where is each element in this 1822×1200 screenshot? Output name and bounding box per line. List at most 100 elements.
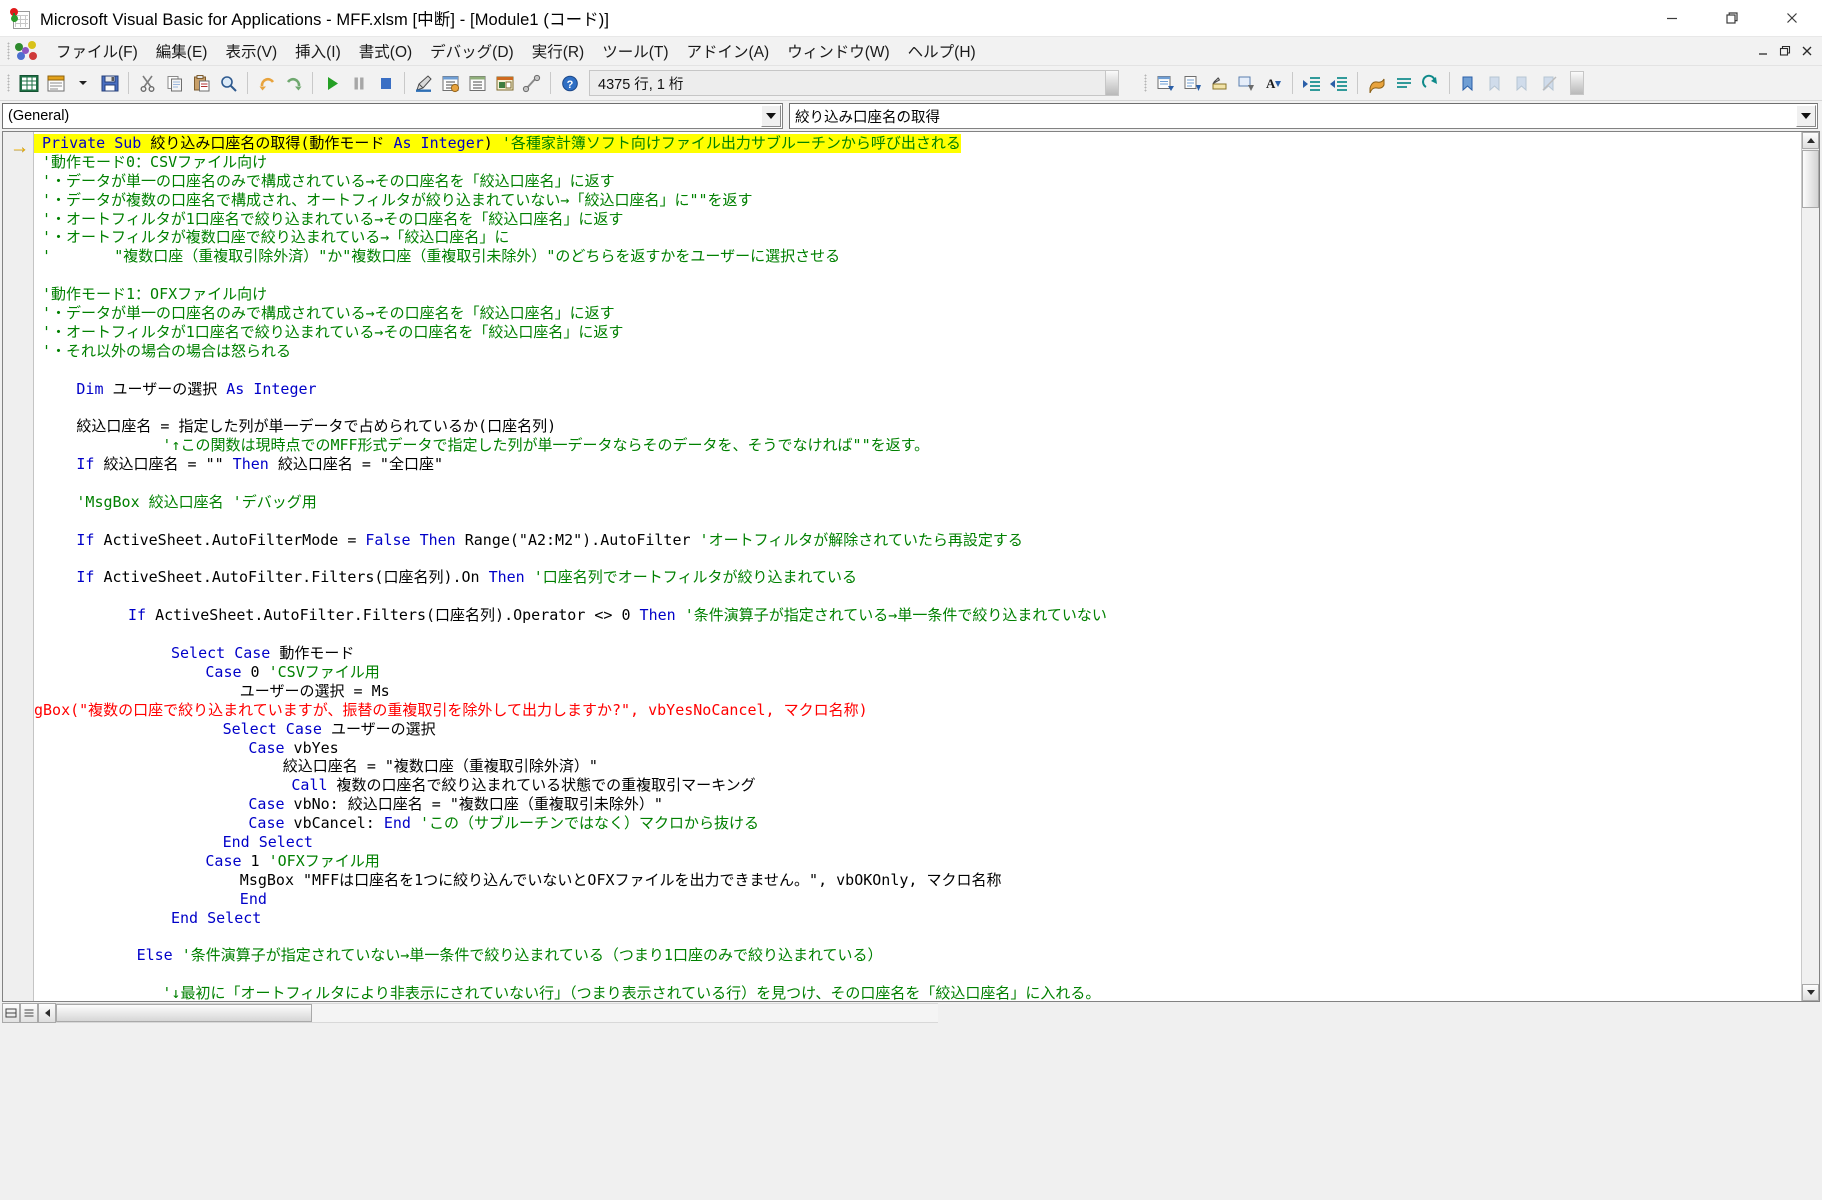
code-line[interactable] — [34, 361, 1801, 380]
reset-icon[interactable] — [372, 70, 399, 96]
minimize-button[interactable] — [1642, 0, 1702, 36]
list-properties-icon[interactable] — [1152, 70, 1179, 96]
indent-icon[interactable] — [1298, 70, 1325, 96]
code-line[interactable]: Private Sub 絞り込み口座名の取得(動作モード As Integer)… — [34, 134, 961, 153]
code-line[interactable]: '動作モード0：CSVファイル向け — [34, 153, 1801, 172]
save-icon[interactable] — [96, 70, 123, 96]
code-line[interactable]: Else '条件演算子が指定されていない→単一条件で絞り込まれている（つまり1口… — [34, 946, 1801, 965]
scroll-up-button[interactable] — [1802, 132, 1819, 149]
menu-tools[interactable]: ツール(T) — [593, 37, 677, 65]
restore-button[interactable] — [1702, 0, 1762, 36]
menu-edit[interactable]: 編集(E) — [147, 37, 217, 65]
view-excel-icon[interactable] — [15, 70, 42, 96]
procedure-dropdown[interactable]: 絞り込み口座名の取得 — [789, 103, 1818, 129]
code-margin-indicator-bar[interactable]: → — [3, 132, 34, 1001]
edit-toolbar-overflow[interactable] — [1563, 70, 1590, 96]
code-line[interactable]: ユーザーの選択 = Ms — [34, 682, 1801, 701]
design-mode-icon[interactable] — [410, 70, 437, 96]
code-line[interactable]: 絞込口座名 = "複数口座（重複取引除外済）" — [34, 757, 1801, 776]
code-line[interactable]: Select Case 動作モード — [34, 644, 1801, 663]
next-bookmark-icon[interactable] — [1482, 70, 1509, 96]
code-line[interactable]: MsgBox "MFFは口座名を1つに絞り込んでいないとOFXファイルを出力でき… — [34, 871, 1801, 890]
code-line[interactable]: '・オートフィルタが複数口座で絞り込まれている→「絞込口座名」に — [34, 228, 1801, 247]
code-line[interactable] — [34, 550, 1801, 569]
cut-icon[interactable] — [134, 70, 161, 96]
code-line[interactable]: '・データが複数の口座名で構成され、オートフィルタが絞り込まれていない→「絞込口… — [34, 191, 1801, 210]
copy-icon[interactable] — [161, 70, 188, 96]
code-line[interactable]: End — [34, 890, 1801, 909]
code-line[interactable]: Case vbCancel: End 'この（サブルーチンではなく）マクロから抜… — [34, 814, 1801, 833]
menu-debug[interactable]: デバッグ(D) — [421, 37, 523, 65]
code-line[interactable]: '・オートフィルタが1口座名で絞り込まれている→その口座名を「絞込口座名」に返す — [34, 210, 1801, 229]
code-line[interactable]: If ActiveSheet.AutoFilter.Filters(口座名列).… — [34, 568, 1801, 587]
code-line[interactable]: '・オートフィルタが1口座名で絞り込まれている→その口座名を「絞込口座名」に返す — [34, 323, 1801, 342]
code-line[interactable]: End Select — [34, 833, 1801, 852]
code-line[interactable]: '・データが単一の口座名のみで構成されている→その口座名を「絞込口座名」に返す — [34, 172, 1801, 191]
code-line[interactable]: '↓最初に「オートフィルタにより非表示にされていない行」（つまり表示されている行… — [34, 984, 1801, 1001]
code-line[interactable]: Case 1 'OFXファイル用 — [34, 852, 1801, 871]
toolbar-overflow-handle[interactable] — [1105, 70, 1119, 96]
code-line[interactable] — [34, 625, 1801, 644]
code-line[interactable]: '・データが単一の口座名のみで構成されている→その口座名を「絞込口座名」に返す — [34, 304, 1801, 323]
outdent-icon[interactable] — [1325, 70, 1352, 96]
code-vertical-scrollbar[interactable] — [1801, 132, 1819, 1001]
code-line[interactable]: Case vbNo: 絞込口座名 = "複数口座（重複取引未除外）" — [34, 795, 1801, 814]
properties-window-icon[interactable] — [464, 70, 491, 96]
object-dropdown-arrow[interactable] — [761, 105, 781, 127]
mdi-restore-button[interactable] — [1774, 40, 1796, 62]
code-line[interactable]: Dim ユーザーの選択 As Integer — [34, 380, 1801, 399]
object-browser-icon[interactable] — [491, 70, 518, 96]
code-text-area[interactable]: Private Sub 絞り込み口座名の取得(動作モード As Integer)… — [34, 132, 1801, 1001]
code-line[interactable]: gBox("複数の口座で絞り込まれていますが、振替の重複取引を除外して出力します… — [34, 701, 1801, 720]
menu-addins[interactable]: アドイン(A) — [678, 37, 779, 65]
parameter-info-icon[interactable] — [1233, 70, 1260, 96]
clear-bookmarks-icon[interactable] — [1536, 70, 1563, 96]
procedure-view-button[interactable] — [2, 1003, 20, 1023]
code-line[interactable]: If ActiveSheet.AutoFilter.Filters(口座名列).… — [34, 606, 1801, 625]
procedure-dropdown-arrow[interactable] — [1796, 105, 1816, 127]
code-line[interactable]: End Select — [34, 909, 1801, 928]
code-line[interactable]: Case 0 'CSVファイル用 — [34, 663, 1801, 682]
code-line[interactable]: Case vbYes — [34, 739, 1801, 758]
quick-info-icon[interactable] — [1206, 70, 1233, 96]
menu-window[interactable]: ウィンドウ(W) — [778, 37, 898, 65]
edit-toolbar-drag-handle[interactable] — [1144, 74, 1147, 92]
redo-icon[interactable] — [280, 70, 307, 96]
menu-help[interactable]: ヘルプ(H) — [899, 37, 985, 65]
help-icon[interactable]: ? — [556, 70, 583, 96]
break-icon[interactable] — [345, 70, 372, 96]
code-line[interactable]: If ActiveSheet.AutoFilterMode = False Th… — [34, 531, 1801, 550]
code-line[interactable]: '動作モード1：OFXファイル向け — [34, 285, 1801, 304]
paste-icon[interactable] — [188, 70, 215, 96]
scroll-left-button[interactable] — [38, 1003, 56, 1023]
code-line-highlighted[interactable]: Private Sub 絞り込み口座名の取得(動作モード As Integer)… — [34, 134, 1801, 153]
comment-block-icon[interactable] — [1390, 70, 1417, 96]
toggle-bookmark-icon[interactable] — [1455, 70, 1482, 96]
run-icon[interactable] — [318, 70, 345, 96]
project-explorer-icon[interactable] — [437, 70, 464, 96]
menu-view[interactable]: 表示(V) — [216, 37, 286, 65]
code-line[interactable]: Select Case ユーザーの選択 — [34, 720, 1801, 739]
code-line[interactable] — [34, 965, 1801, 984]
toolbox-icon[interactable] — [518, 70, 545, 96]
code-line[interactable]: ' "複数口座（重複取引除外済）"か"複数口座（重複取引未除外）"のどちらを返す… — [34, 247, 1801, 266]
find-icon[interactable] — [215, 70, 242, 96]
menu-file[interactable]: ファイル(F) — [47, 37, 147, 65]
code-line[interactable] — [34, 266, 1801, 285]
scroll-down-button[interactable] — [1802, 984, 1819, 1001]
code-line[interactable]: Call 複数の口座名で絞り込まれている状態での重複取引マーキング — [34, 776, 1801, 795]
insert-dropdown-icon[interactable] — [69, 70, 96, 96]
menu-format[interactable]: 書式(O) — [350, 37, 421, 65]
code-line[interactable] — [34, 512, 1801, 531]
code-line[interactable]: 絞込口座名 = 指定した列が単一データで占められているか(口座名列) — [34, 417, 1801, 436]
toggle-breakpoint-icon[interactable] — [1363, 70, 1390, 96]
mdi-minimize-button[interactable] — [1752, 40, 1774, 62]
code-line[interactable]: If 絞込口座名 = "" Then 絞込口座名 = "全口座" — [34, 455, 1801, 474]
toolbar-drag-handle[interactable] — [7, 74, 10, 92]
vertical-scroll-thumb[interactable] — [1802, 150, 1819, 208]
list-constants-icon[interactable] — [1179, 70, 1206, 96]
code-line[interactable]: '・それ以外の場合の場合は怒られる — [34, 342, 1801, 361]
code-line[interactable] — [34, 587, 1801, 606]
code-line[interactable] — [34, 474, 1801, 493]
insert-userform-icon[interactable] — [42, 70, 69, 96]
